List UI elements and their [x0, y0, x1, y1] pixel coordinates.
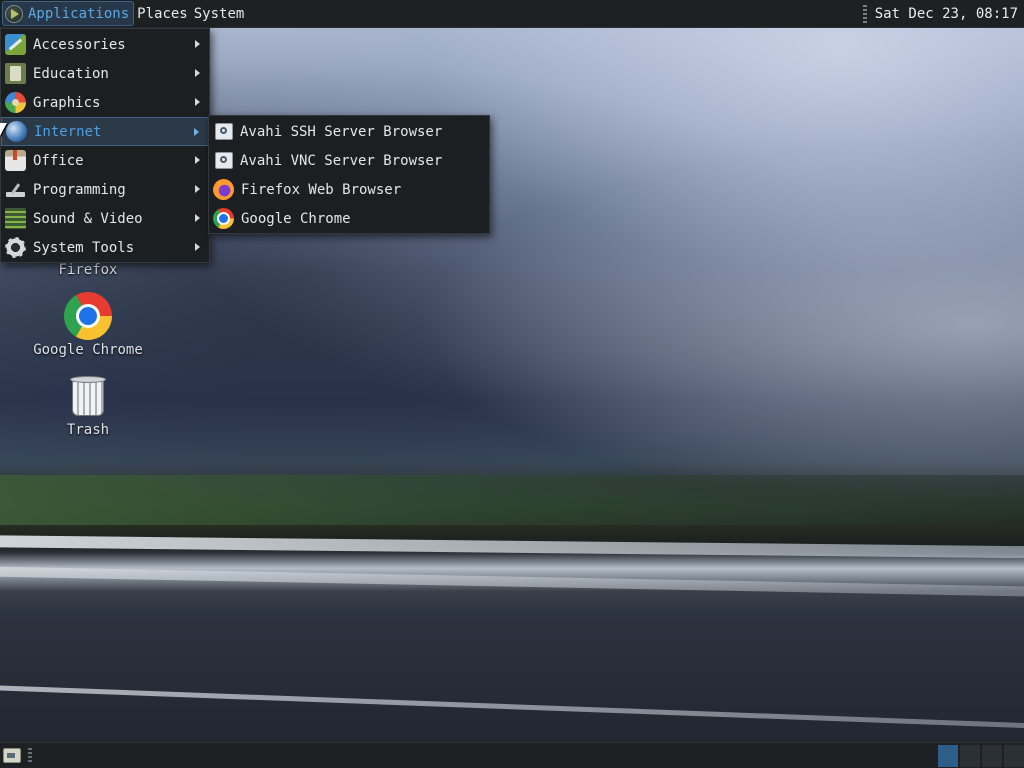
workspace-switcher-3[interactable] — [982, 745, 1002, 767]
desktop-icon-google-chrome[interactable]: Google Chrome — [23, 292, 153, 358]
menu-item-label: Accessories — [33, 36, 126, 53]
firefox-icon — [213, 179, 234, 200]
desktop-icon-firefox[interactable]: Firefox — [23, 262, 153, 278]
wallpaper-road-streak — [0, 566, 1024, 598]
system-tools-icon — [5, 237, 26, 258]
panel-drag-handle[interactable] — [28, 748, 32, 764]
menu-item-internet[interactable]: Internet — [1, 117, 209, 146]
system-menu-button[interactable]: System — [191, 6, 248, 22]
menu-item-google-chrome[interactable]: Google Chrome — [209, 204, 489, 233]
menu-item-programming[interactable]: Programming — [1, 175, 209, 204]
chrome-icon — [64, 292, 112, 340]
menu-item-label: Google Chrome — [241, 210, 351, 227]
education-icon — [5, 63, 26, 84]
menu-item-avahi-vnc[interactable]: Avahi VNC Server Browser — [209, 146, 489, 175]
desktop-icon-label: Google Chrome — [33, 342, 143, 358]
wallpaper-road-streak — [0, 535, 1024, 559]
menu-item-system-tools[interactable]: System Tools — [1, 233, 209, 262]
menu-item-label: Education — [33, 65, 109, 82]
menu-item-office[interactable]: Office — [1, 146, 209, 175]
workspace-switcher-2[interactable] — [960, 745, 980, 767]
menu-item-label: Avahi SSH Server Browser — [240, 123, 443, 140]
menu-item-education[interactable]: Education — [1, 59, 209, 88]
submenu-arrow-icon — [195, 185, 200, 193]
submenu-arrow-icon — [195, 156, 200, 164]
workspace-switcher-4[interactable] — [1004, 745, 1024, 767]
desktop-icon-label: Firefox — [58, 262, 118, 278]
clock[interactable]: Sat Dec 23, 08:17 — [875, 6, 1018, 22]
panel-drag-handle[interactable] — [862, 4, 867, 23]
office-icon — [5, 150, 26, 171]
trash-icon — [68, 374, 108, 418]
menu-item-label: Avahi VNC Server Browser — [240, 152, 443, 169]
internet-submenu: Avahi SSH Server Browser Avahi VNC Serve… — [208, 115, 490, 234]
submenu-arrow-icon — [195, 243, 200, 251]
applications-icon — [5, 4, 23, 23]
applications-menu: Accessories Education Graphics Internet … — [0, 28, 210, 263]
menu-item-label: System Tools — [33, 239, 135, 256]
avahi-icon — [215, 123, 233, 140]
menu-item-sound-video[interactable]: Sound & Video — [1, 204, 209, 233]
mouse-pointer-icon — [0, 123, 7, 136]
wallpaper-road-streak — [0, 684, 1024, 731]
graphics-icon — [5, 92, 26, 113]
accessories-icon — [5, 34, 26, 55]
menu-item-label: Graphics — [33, 94, 101, 111]
menu-item-label: Internet — [34, 123, 102, 140]
submenu-arrow-icon — [195, 69, 200, 77]
menu-item-avahi-ssh[interactable]: Avahi SSH Server Browser — [209, 117, 489, 146]
submenu-arrow-icon — [195, 40, 200, 48]
menu-item-graphics[interactable]: Graphics — [1, 88, 209, 117]
applications-label: Applications — [28, 5, 130, 22]
menu-item-accessories[interactable]: Accessories — [1, 30, 209, 59]
submenu-arrow-icon — [195, 98, 200, 106]
top-panel: Applications Places System Sat Dec 23, 0… — [0, 0, 1024, 28]
desktop-icon-label: Trash — [66, 422, 110, 438]
applications-menu-button[interactable]: Applications — [2, 1, 135, 26]
menu-item-label: Programming — [33, 181, 126, 198]
programming-icon — [5, 179, 26, 200]
chrome-icon — [213, 208, 234, 229]
submenu-arrow-icon — [195, 214, 200, 222]
desktop-icon-trash[interactable]: Trash — [23, 374, 153, 438]
avahi-icon — [215, 152, 233, 169]
menu-item-firefox[interactable]: Firefox Web Browser — [209, 175, 489, 204]
places-menu-button[interactable]: Places — [134, 6, 191, 22]
workspace-switcher-1[interactable] — [938, 745, 958, 767]
wallpaper-field — [0, 475, 1024, 525]
show-desktop-button[interactable] — [3, 748, 21, 763]
menu-item-label: Sound & Video — [33, 210, 143, 227]
menu-item-label: Office — [33, 152, 84, 169]
submenu-arrow-icon — [194, 128, 199, 136]
bottom-panel — [0, 742, 1024, 768]
menu-item-label: Firefox Web Browser — [241, 181, 402, 198]
internet-icon — [6, 121, 27, 142]
sound-video-icon — [5, 208, 26, 229]
